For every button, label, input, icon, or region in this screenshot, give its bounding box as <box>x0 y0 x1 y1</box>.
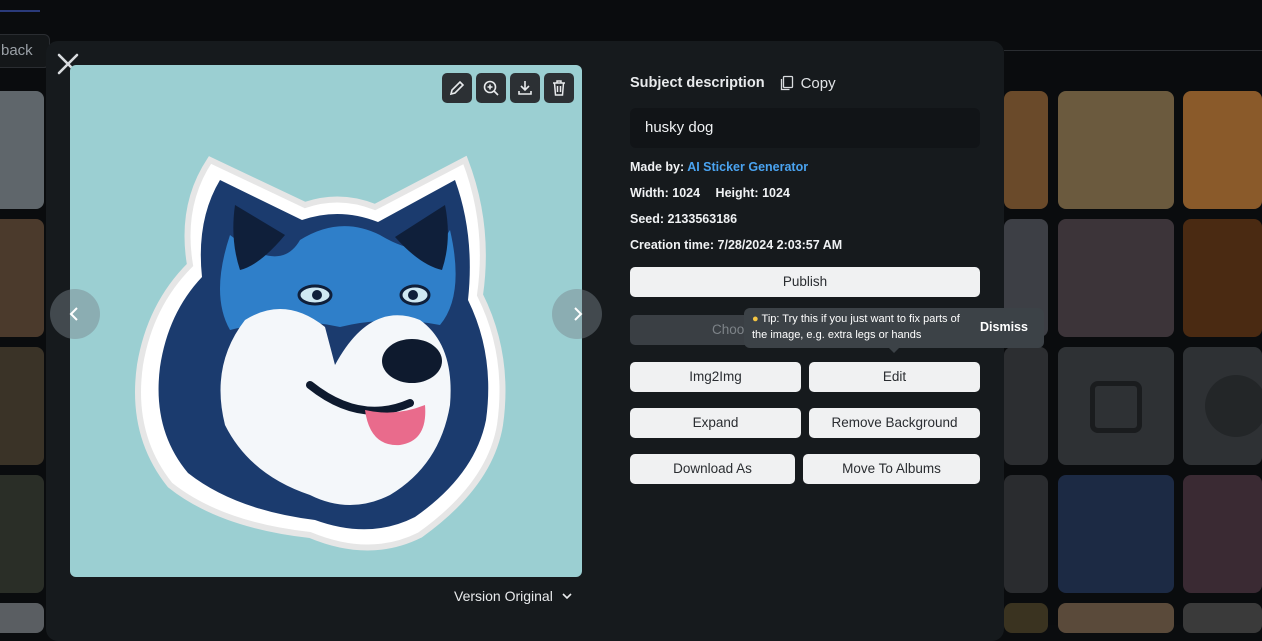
top-accent-line <box>0 10 40 12</box>
dismiss-button[interactable]: Dismiss <box>980 319 1028 335</box>
gallery-thumbnail[interactable] <box>1183 219 1262 337</box>
seed-row: Seed: 2133563186 <box>630 210 980 228</box>
copy-button[interactable]: Copy <box>779 75 836 92</box>
download-as-button[interactable]: Download As <box>630 454 795 484</box>
husky-sticker-image <box>135 155 506 551</box>
subject-description-field[interactable]: husky dog <box>630 108 980 148</box>
gallery-thumbnail[interactable] <box>1183 91 1262 209</box>
gallery-thumbnail[interactable] <box>0 91 44 209</box>
pencil-icon[interactable] <box>442 73 472 103</box>
gallery-thumbnail[interactable] <box>1058 603 1174 633</box>
gallery-thumbnail[interactable] <box>1183 475 1262 593</box>
details-panel: Subject description Copy husky dog Made … <box>630 72 980 254</box>
gallery-thumbnail[interactable] <box>1183 347 1262 465</box>
publish-button[interactable]: Publish <box>630 267 980 297</box>
seed-label: Seed: <box>630 212 665 226</box>
height-label: Height: <box>715 186 759 200</box>
tip-tooltip: ● Tip: Try this if you just want to fix … <box>744 308 1044 348</box>
gallery-thumbnail[interactable] <box>0 475 44 593</box>
tip-text: Tip: Try this if you just want to fix pa… <box>752 313 960 341</box>
zoom-in-icon[interactable] <box>476 73 506 103</box>
gallery-thumbnail[interactable] <box>1058 91 1174 209</box>
image-toolbar <box>442 73 574 103</box>
creation-time-label: Creation time: <box>630 238 715 252</box>
img2img-button[interactable]: Img2Img <box>630 362 801 392</box>
generated-image <box>70 65 582 577</box>
move-to-albums-button[interactable]: Move To Albums <box>803 454 980 484</box>
gallery-thumbnail[interactable] <box>1004 91 1048 209</box>
gallery-thumbnail[interactable] <box>1004 347 1048 465</box>
version-label: Version Original <box>454 588 553 604</box>
chevron-left-icon <box>69 307 78 321</box>
previous-image-button[interactable] <box>50 289 100 339</box>
made-by-row: Made by: AI Sticker Generator <box>630 158 980 176</box>
subject-text: husky dog <box>645 119 714 136</box>
copy-label: Copy <box>800 74 836 92</box>
edit-button[interactable]: Edit <box>809 362 980 392</box>
moon-icon <box>1205 375 1262 437</box>
creation-time-row: Creation time: 7/28/2024 2:03:57 AM <box>630 236 980 254</box>
creation-time-value: 7/28/2024 2:03:57 AM <box>717 238 843 252</box>
tooltip-arrow <box>888 347 900 353</box>
gallery-thumbnail[interactable] <box>1058 475 1174 593</box>
height-value: 1024 <box>762 186 790 200</box>
tip-text-wrapper: ● Tip: Try this if you just want to fix … <box>752 311 978 343</box>
dimensions-row: Width: 1024 Height: 1024 <box>630 184 980 202</box>
back-label: back <box>1 42 33 59</box>
back-button[interactable]: back <box>0 34 50 68</box>
seed-value: 2133563186 <box>667 212 738 226</box>
remove-background-button[interactable]: Remove Background <box>809 408 980 438</box>
gallery-thumbnail[interactable] <box>1004 603 1048 633</box>
gallery-thumbnail[interactable] <box>1004 475 1048 593</box>
gallery-thumbnail[interactable] <box>0 603 44 633</box>
expand-button[interactable]: Expand <box>630 408 801 438</box>
gallery-thumbnail[interactable] <box>0 219 44 337</box>
copy-icon <box>780 75 793 91</box>
version-selector[interactable]: Version Original <box>454 588 573 604</box>
subject-heading: Subject description <box>630 75 765 91</box>
width-value: 1024 <box>672 186 701 200</box>
made-by-label: Made by: <box>630 160 685 174</box>
divider <box>1004 50 1262 51</box>
download-icon[interactable] <box>510 73 540 103</box>
next-image-button[interactable] <box>552 289 602 339</box>
gallery-thumbnail[interactable] <box>1058 347 1174 465</box>
chevron-right-icon <box>574 307 583 321</box>
chevron-down-icon <box>562 593 572 600</box>
trash-icon[interactable] <box>544 73 574 103</box>
made-by-link[interactable]: AI Sticker Generator <box>687 160 808 174</box>
gallery-thumbnail[interactable] <box>1058 219 1174 337</box>
width-label: Width: <box>630 186 669 200</box>
gallery-thumbnail[interactable] <box>1183 603 1262 633</box>
lightbulb-icon: ● <box>752 313 759 325</box>
gallery-thumbnail[interactable] <box>0 347 44 465</box>
watch-icon <box>1090 381 1142 433</box>
